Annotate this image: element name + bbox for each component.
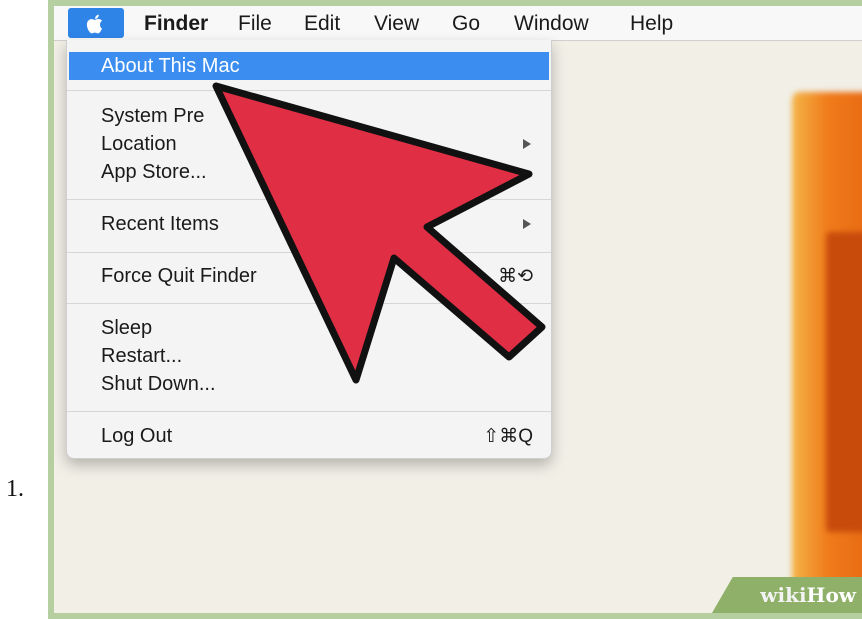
- screenshot-frame: Finder File Edit View Go Window Help Abo…: [48, 0, 862, 619]
- log-out-shortcut: ⇧⌘Q: [483, 426, 533, 447]
- desktop: Finder File Edit View Go Window Help Abo…: [54, 6, 862, 613]
- background-object: [792, 92, 862, 612]
- step-number: 1.: [6, 476, 24, 502]
- menu-item-label: Log Out: [101, 425, 173, 447]
- wikihow-watermark: wikiHow: [760, 583, 856, 607]
- menu-item-log-out[interactable]: Log Out ⇧⌘Q: [69, 422, 549, 450]
- red-arrow-cursor-icon: [212, 82, 546, 384]
